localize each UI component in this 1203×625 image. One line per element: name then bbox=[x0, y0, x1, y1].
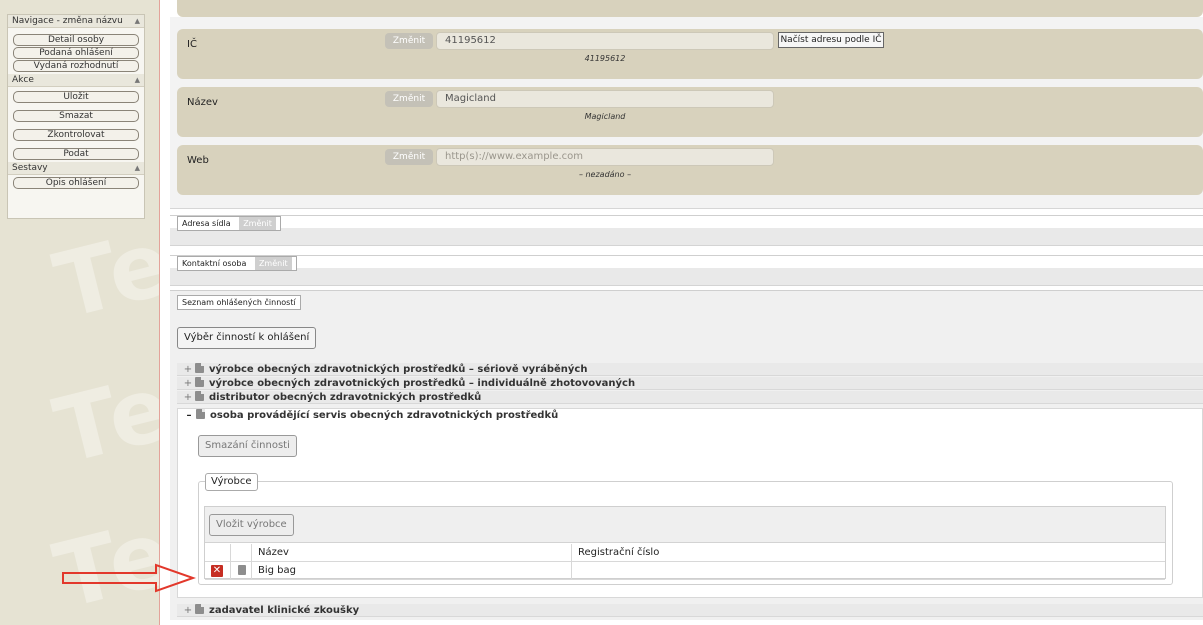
activity-label: výrobce obecných zdravotnických prostřed… bbox=[209, 364, 588, 375]
nazev-label: Název bbox=[187, 97, 218, 108]
activity-row[interactable]: + výrobce obecných zdravotnických prostře… bbox=[177, 377, 1203, 390]
expand-icon[interactable]: + bbox=[181, 392, 195, 404]
ic-field-box: IČ Změnit 41195612 Načíst adresu podle I… bbox=[177, 29, 1203, 79]
web-change-button[interactable]: Změnit bbox=[385, 149, 433, 165]
check-button[interactable]: Zkontrolovat bbox=[13, 129, 139, 141]
web-input[interactable]: http(s)://www.example.com bbox=[436, 148, 774, 166]
manufacturer-name-cell: Big bag bbox=[252, 562, 572, 580]
sidebar-nav-header-label: Navigace - změna názvu bbox=[12, 16, 123, 26]
seat-address-title: Adresa sídla bbox=[182, 219, 231, 228]
insert-manufacturer-button[interactable]: Vložit výrobce bbox=[209, 514, 294, 536]
activity-row[interactable]: + výrobce obecných zdravotnických prostře… bbox=[177, 363, 1203, 376]
expand-icon[interactable]: + bbox=[181, 378, 195, 390]
manufacturer-reg-cell bbox=[572, 562, 1165, 580]
table-row: ✕ Big bag bbox=[205, 562, 1165, 580]
ic-change-button[interactable]: Změnit bbox=[385, 33, 433, 49]
row-action-cell: ✕ bbox=[205, 562, 231, 580]
top-field-box bbox=[177, 0, 1203, 17]
sidebar-panel: Navigace - změna názvu ▲ Detail osoby Po… bbox=[7, 14, 145, 219]
sidebar-reports-header[interactable]: Sestavy ▲ bbox=[8, 162, 144, 175]
annotation-arrow-icon bbox=[62, 563, 196, 593]
ic-label: IČ bbox=[187, 39, 197, 50]
contact-person-change-button[interactable]: Změnit bbox=[254, 257, 292, 270]
collapse-icon[interactable]: ▲ bbox=[135, 15, 140, 27]
seat-address-band bbox=[170, 228, 1203, 246]
activity-row[interactable]: + distributor obecných zdravotnických pro… bbox=[177, 391, 1203, 404]
document-icon bbox=[196, 409, 205, 419]
manufacturer-toolbar: Vložit výrobce bbox=[205, 507, 1165, 543]
activity-label: zadavatel klinické zkoušky bbox=[209, 605, 360, 616]
sidebar-reports-header-label: Sestavy bbox=[12, 163, 48, 173]
identity-fields-frame: IČ Změnit 41195612 Načíst adresu podle I… bbox=[170, 17, 1203, 209]
web-display-value: – nezadáno – bbox=[578, 170, 632, 179]
seat-address-change-button[interactable]: Změnit bbox=[239, 217, 276, 230]
ic-input[interactable]: 41195612 bbox=[436, 32, 774, 50]
ic-display-value: 41195612 bbox=[584, 54, 626, 63]
nazev-display-value: Magicland bbox=[584, 112, 626, 121]
row-detail-cell bbox=[231, 562, 252, 580]
vydana-rozhodnuti-button[interactable]: Vydaná rozhodnutí bbox=[13, 60, 139, 72]
activity-label: výrobce obecných zdravotnických prostřed… bbox=[209, 378, 636, 389]
nazev-input[interactable]: Magicland bbox=[436, 90, 774, 108]
save-button[interactable]: Uložit bbox=[13, 91, 139, 103]
select-activities-button[interactable]: Výběr činností k ohlášení bbox=[177, 327, 317, 349]
manufacturer-grid: Vložit výrobce Název Registrační číslo ✕ bbox=[204, 506, 1166, 580]
column-header-reg[interactable]: Registrační číslo bbox=[572, 544, 1165, 562]
delete-activity-button[interactable]: Smazání činnosti bbox=[198, 435, 297, 457]
sidebar-actions-header[interactable]: Akce ▲ bbox=[8, 74, 144, 87]
activities-legend: Seznam ohlášených činností bbox=[177, 295, 301, 310]
nazev-field-box: Název Změnit Magicland Magicland bbox=[177, 87, 1203, 137]
activity-row[interactable]: + zadavatel klinické zkoušky bbox=[177, 604, 1203, 617]
document-icon bbox=[195, 604, 204, 614]
manufacturer-table-header: Název Registrační číslo bbox=[205, 544, 1165, 562]
collapse-icon[interactable]: – bbox=[182, 410, 196, 422]
expand-icon[interactable]: + bbox=[181, 364, 195, 376]
expand-icon[interactable]: + bbox=[181, 605, 195, 617]
podana-ohlaseni-button[interactable]: Podaná ohlášení bbox=[13, 47, 139, 59]
contact-person-band bbox=[170, 268, 1203, 286]
document-icon bbox=[195, 377, 204, 387]
nazev-change-button[interactable]: Změnit bbox=[385, 91, 433, 107]
document-icon bbox=[195, 391, 204, 401]
sidebar-nav-header[interactable]: Navigace - změna názvu ▲ bbox=[8, 15, 144, 28]
activity-expanded-panel: – osoba provádějící servis obecných zdrav… bbox=[177, 408, 1203, 598]
activity-label: distributor obecných zdravotnických pros… bbox=[209, 392, 482, 403]
collapse-icon[interactable]: ▲ bbox=[135, 74, 140, 86]
main-content: IČ Změnit 41195612 Načíst adresu podle I… bbox=[170, 0, 1203, 625]
manufacturer-fieldset: Výrobce Vložit výrobce Název Registrační… bbox=[198, 473, 1173, 585]
web-label: Web bbox=[187, 155, 209, 166]
delete-button[interactable]: Smazat bbox=[13, 110, 139, 122]
opis-ohlaseni-button[interactable]: Opis ohlášení bbox=[13, 177, 139, 189]
sidebar: Tes Tes Tes Navigace - změna názvu ▲ Det… bbox=[0, 0, 160, 625]
submit-button[interactable]: Podat bbox=[13, 148, 139, 160]
contact-person-title: Kontaktní osoba bbox=[182, 259, 247, 268]
sidebar-actions-header-label: Akce bbox=[12, 75, 34, 85]
manufacturer-legend: Výrobce bbox=[205, 473, 258, 491]
delete-icon[interactable]: ✕ bbox=[211, 565, 223, 577]
collapse-icon[interactable]: ▲ bbox=[135, 162, 140, 174]
detail-osoby-button[interactable]: Detail osoby bbox=[13, 34, 139, 46]
watermark-text: Tes bbox=[44, 485, 160, 625]
watermark-text: Tes bbox=[44, 340, 160, 485]
seat-address-legend: Adresa sídla Změnit bbox=[177, 216, 281, 231]
header-cell bbox=[231, 544, 252, 562]
contact-person-legend: Kontaktní osoba Změnit bbox=[177, 256, 297, 271]
web-field-box: Web Změnit http(s)://www.example.com – n… bbox=[177, 145, 1203, 195]
document-icon bbox=[195, 363, 204, 373]
header-cell bbox=[205, 544, 231, 562]
column-header-name[interactable]: Název bbox=[252, 544, 572, 562]
contact-person-section: Kontaktní osoba Změnit bbox=[170, 255, 1203, 286]
document-icon[interactable] bbox=[238, 565, 246, 575]
seat-address-section: Adresa sídla Změnit bbox=[170, 215, 1203, 246]
activity-label: osoba provádějící servis obecných zdravo… bbox=[210, 410, 559, 421]
load-address-button[interactable]: Načíst adresu podle IČ bbox=[778, 32, 884, 48]
activities-section: Seznam ohlášených činností Výběr činnost… bbox=[170, 290, 1203, 620]
activity-row-expanded[interactable]: – osoba provádějící servis obecných zdrav… bbox=[178, 409, 1202, 422]
